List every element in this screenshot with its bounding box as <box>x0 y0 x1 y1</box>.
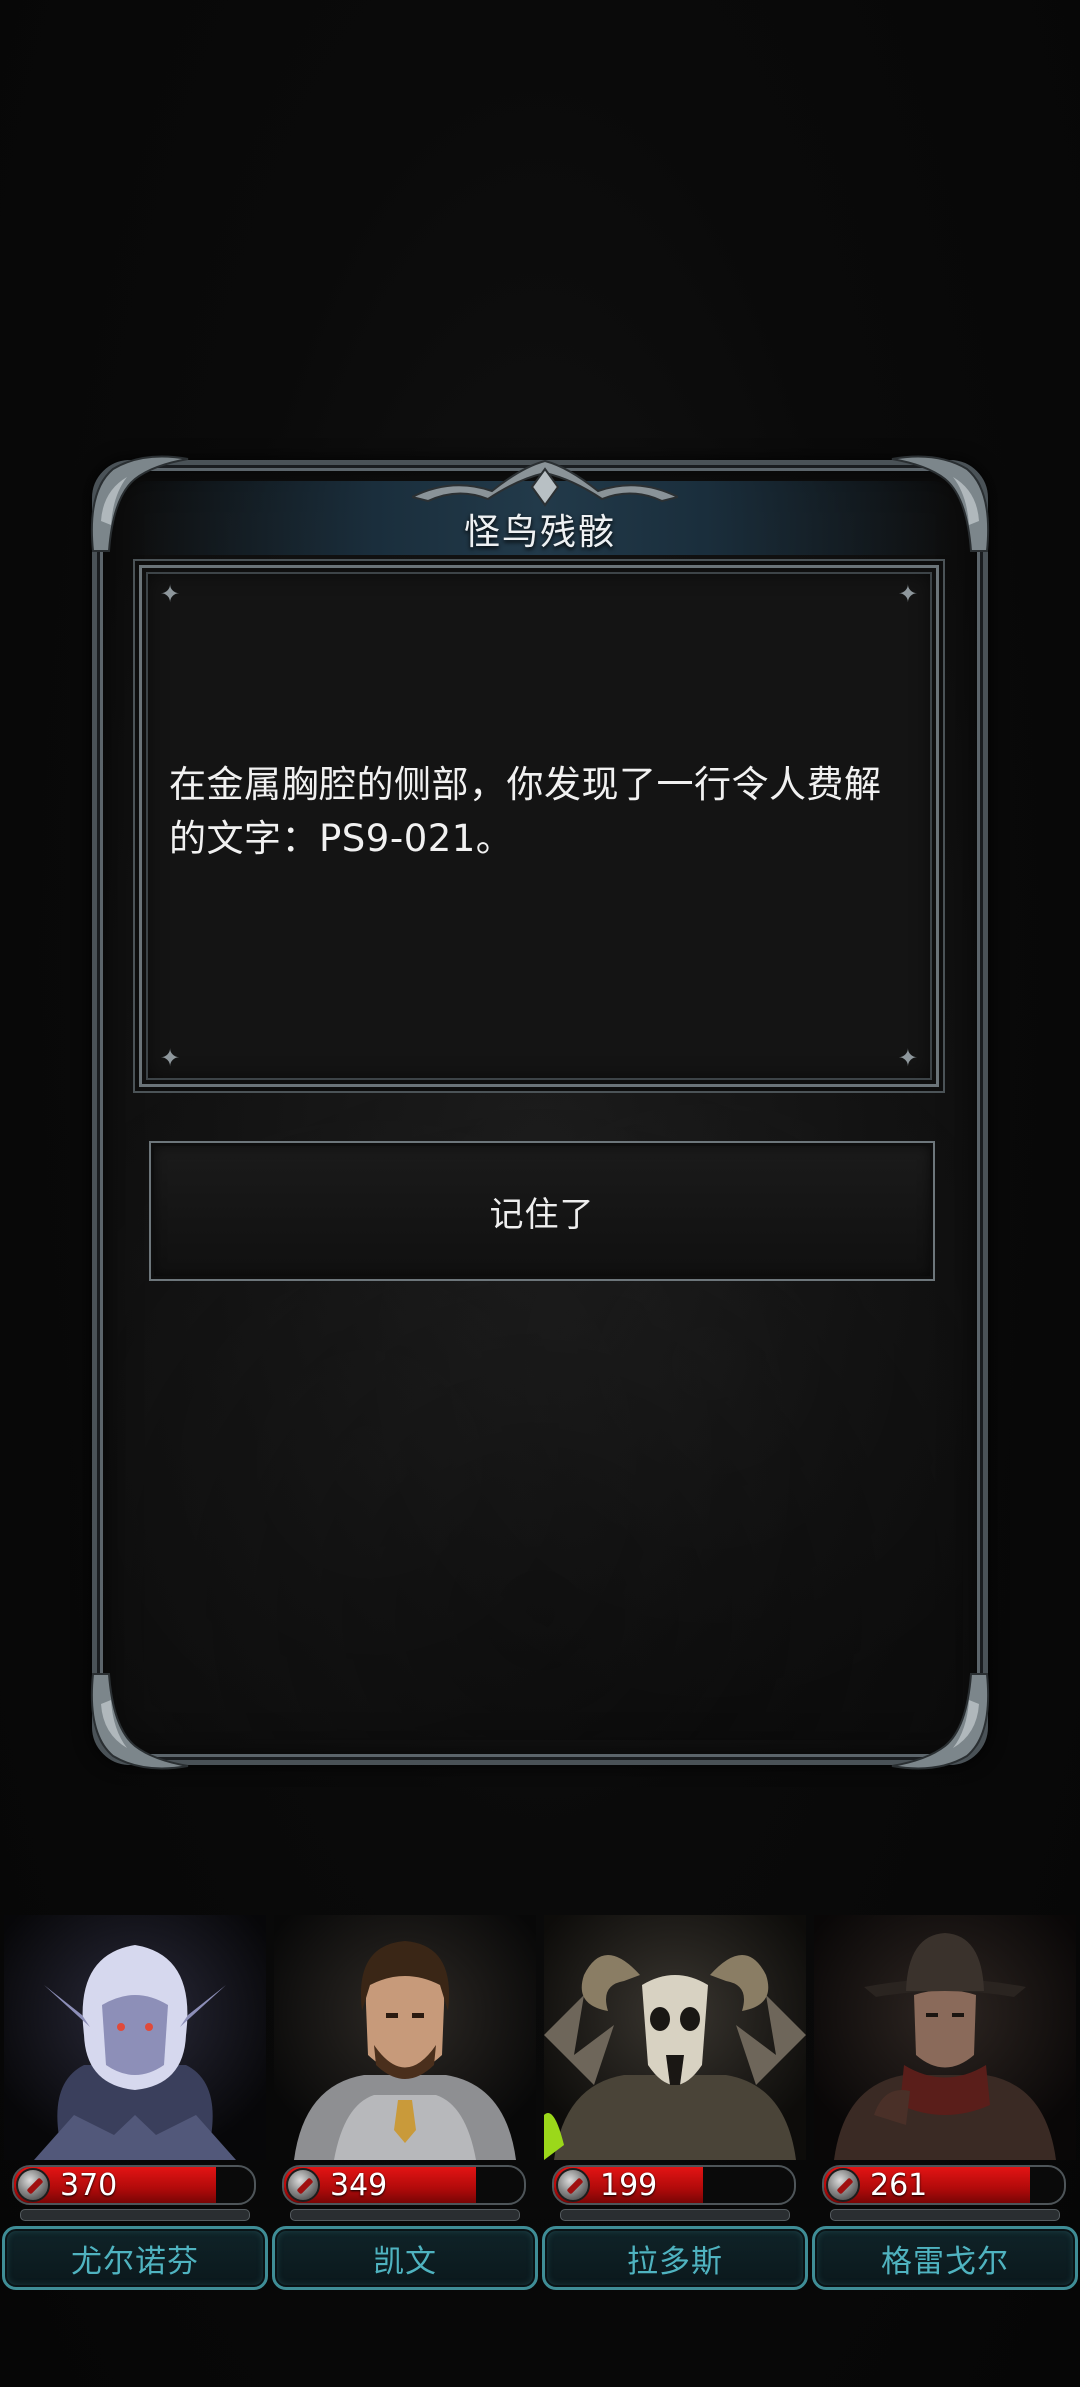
corner-ornament-icon <box>90 1673 189 1770</box>
dialog-title: 怪鸟残骸 <box>463 512 616 553</box>
party-member[interactable]: 199 拉多斯 <box>540 1915 810 2300</box>
sparkle-icon: ✦ <box>160 1044 181 1072</box>
hp-value: 261 <box>870 2168 928 2203</box>
xp-bar <box>20 2209 250 2221</box>
remember-button-label: 记住了 <box>489 1194 595 1235</box>
knight-portrait-icon <box>274 1915 536 2160</box>
member-name-plate[interactable]: 格雷戈尔 <box>812 2226 1078 2290</box>
event-text-panel: ✦ ✦ ✦ ✦ 在金属胸腔的侧部，你发现了一行令人费解的文字：PS9-021。 <box>139 565 939 1087</box>
party-member[interactable]: 349 凯文 <box>270 1915 540 2300</box>
member-name-plate[interactable]: 拉多斯 <box>542 2226 808 2290</box>
hp-bar: 199 <box>552 2165 796 2205</box>
party-member[interactable]: 261 格雷戈尔 <box>810 1915 1080 2300</box>
health-icon <box>286 2168 320 2202</box>
dark-elf-portrait-icon <box>4 1915 266 2160</box>
sparkle-icon: ✦ <box>897 580 918 608</box>
hp-bar: 349 <box>282 2165 526 2205</box>
hp-value: 349 <box>330 2168 388 2203</box>
member-name-plate[interactable]: 尤尔诺芬 <box>2 2226 268 2290</box>
hp-value: 199 <box>600 2168 658 2203</box>
hunter-portrait-icon <box>814 1915 1076 2160</box>
xp-bar <box>560 2209 790 2221</box>
member-name: 格雷戈尔 <box>881 2243 1009 2280</box>
member-name: 拉多斯 <box>627 2243 723 2280</box>
member-name-plate[interactable]: 凯文 <box>272 2226 538 2290</box>
xp-bar <box>830 2209 1060 2221</box>
health-icon <box>556 2168 590 2202</box>
member-name: 尤尔诺芬 <box>71 2243 199 2280</box>
hp-value: 370 <box>60 2168 118 2203</box>
health-icon <box>16 2168 50 2202</box>
member-name: 凯文 <box>373 2243 437 2280</box>
remember-button[interactable]: 记住了 <box>149 1141 935 1281</box>
event-dialog: 怪鸟残骸 ✦ ✦ ✦ ✦ 在金属胸腔的侧部，你发现了一行令人费解的文字：PS9-… <box>90 455 990 1770</box>
xp-bar <box>290 2209 520 2221</box>
party-bar: 370 尤尔诺芬 349 凯文 199 拉多斯 261 格雷戈尔 <box>0 1915 1080 2300</box>
sparkle-icon: ✦ <box>160 580 181 608</box>
game-screen: 怪鸟残骸 ✦ ✦ ✦ ✦ 在金属胸腔的侧部，你发现了一行令人费解的文字：PS9-… <box>0 0 1080 2387</box>
hp-bar: 370 <box>12 2165 256 2205</box>
sparkle-icon: ✦ <box>897 1044 918 1072</box>
health-icon <box>826 2168 860 2202</box>
ram-skull-shaman-portrait-icon <box>544 1915 806 2160</box>
event-description: 在金属胸腔的侧部，你发现了一行令人费解的文字：PS9-021。 <box>169 763 882 860</box>
hp-bar: 261 <box>822 2165 1066 2205</box>
party-member[interactable]: 370 尤尔诺芬 <box>0 1915 270 2300</box>
corner-ornament-icon <box>891 1673 990 1770</box>
